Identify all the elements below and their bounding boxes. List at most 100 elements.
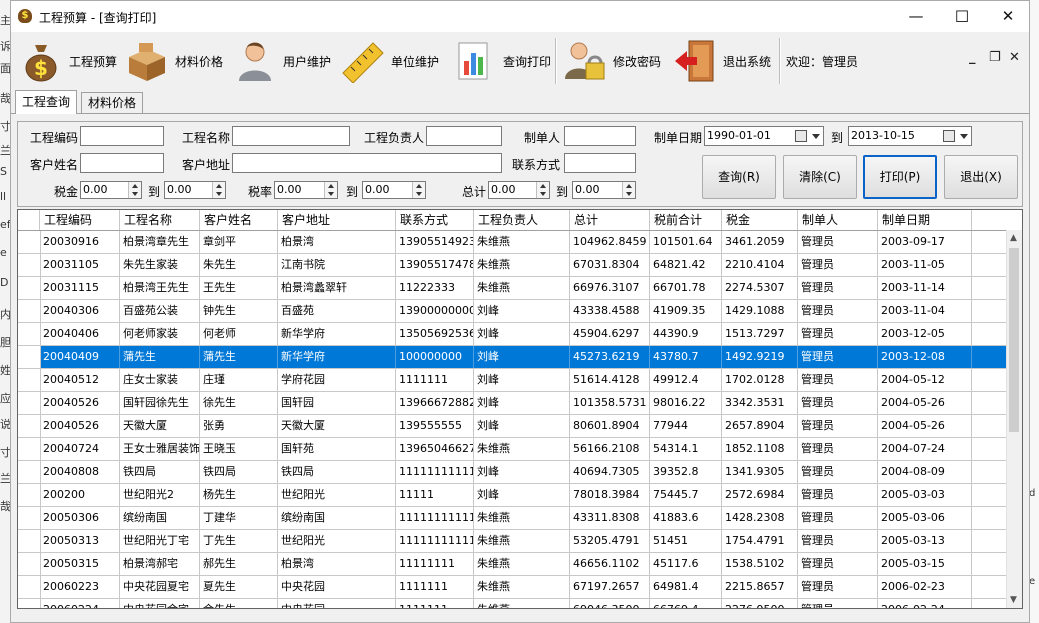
row-header[interactable] bbox=[18, 277, 41, 299]
table-cell[interactable]: 朱维燕 bbox=[474, 507, 570, 529]
toolbar-exit-system-button[interactable]: 退出系统 bbox=[673, 32, 771, 90]
table-cell[interactable]: 77944 bbox=[650, 415, 722, 437]
table-cell[interactable]: 2003-12-05 bbox=[878, 323, 972, 345]
maker-input[interactable] bbox=[564, 126, 636, 146]
table-cell[interactable]: 2003-11-04 bbox=[878, 300, 972, 322]
table-cell[interactable]: 朱维燕 bbox=[474, 576, 570, 598]
spin-arrows-icon[interactable] bbox=[212, 182, 225, 198]
table-cell[interactable]: 世纪阳光2 bbox=[120, 484, 200, 506]
column-header[interactable]: 制单日期 bbox=[878, 210, 972, 230]
table-cell[interactable]: 13905514923 bbox=[396, 231, 474, 253]
exit-button[interactable]: 退出(X) bbox=[944, 155, 1018, 199]
table-cell[interactable]: 中央花园 bbox=[278, 599, 396, 608]
table-cell[interactable]: 39352.8 bbox=[650, 461, 722, 483]
clear-button[interactable]: 清除(C) bbox=[783, 155, 857, 199]
close-button[interactable]: ✕ bbox=[985, 1, 1029, 32]
table-cell[interactable]: 2005-03-03 bbox=[878, 484, 972, 506]
table-cell[interactable]: 刘峰 bbox=[474, 346, 570, 368]
table-cell[interactable]: 51614.4128 bbox=[570, 369, 650, 391]
column-header[interactable]: 税金 bbox=[722, 210, 798, 230]
table-cell[interactable]: 2215.8657 bbox=[722, 576, 798, 598]
table-cell[interactable]: 2210.4104 bbox=[722, 254, 798, 276]
table-cell[interactable]: 管理员 bbox=[798, 553, 878, 575]
table-cell[interactable]: 11222333 bbox=[396, 277, 474, 299]
table-row[interactable]: 20040512 庄女士家装 庄瑾 学府花园 1111111 刘峰 51614.4128 49… bbox=[18, 369, 1008, 392]
code-input[interactable] bbox=[80, 126, 164, 146]
toolbar-user-maintenance-button[interactable]: 用户维护 bbox=[233, 32, 331, 90]
column-header[interactable]: 总计 bbox=[570, 210, 650, 230]
table-cell[interactable]: 刘峰 bbox=[474, 323, 570, 345]
table-cell[interactable]: 13505692536 bbox=[396, 323, 474, 345]
table-cell[interactable]: 11111111111 bbox=[396, 530, 474, 552]
table-cell[interactable]: 朱维燕 bbox=[474, 277, 570, 299]
table-cell[interactable]: 管理员 bbox=[798, 438, 878, 460]
table-cell[interactable]: 20030916 bbox=[40, 231, 120, 253]
table-row[interactable]: 20040724 王女士雅居装饰 王晓玉 国轩苑 13965046627 朱维燕 56166… bbox=[18, 438, 1008, 461]
manager-input[interactable] bbox=[426, 126, 502, 146]
table-cell[interactable]: 朱维燕 bbox=[474, 231, 570, 253]
table-cell[interactable]: 1111111 bbox=[396, 369, 474, 391]
table-cell[interactable]: 中央花园夏宅 bbox=[120, 576, 200, 598]
table-cell[interactable]: 66769.4 bbox=[650, 599, 722, 608]
table-row[interactable]: 20031105 朱先生家装 朱先生 江南书院 13905517478 朱维燕 67031.… bbox=[18, 254, 1008, 277]
row-header[interactable] bbox=[18, 507, 41, 529]
date-from-picker[interactable]: 1990-01-01 bbox=[704, 126, 824, 146]
spin-arrows-icon[interactable] bbox=[324, 182, 337, 198]
table-cell[interactable]: 2004-05-12 bbox=[878, 369, 972, 391]
table-cell[interactable]: 柏景湾 bbox=[278, 553, 396, 575]
table-cell[interactable]: 41883.6 bbox=[650, 507, 722, 529]
table-cell[interactable]: 刘峰 bbox=[474, 461, 570, 483]
table-cell[interactable]: 朱维燕 bbox=[474, 438, 570, 460]
table-cell[interactable]: 缤纷南国 bbox=[120, 507, 200, 529]
table-cell[interactable]: 管理员 bbox=[798, 530, 878, 552]
table-cell[interactable]: 何老师 bbox=[200, 323, 278, 345]
table-cell[interactable]: 丁先生 bbox=[200, 530, 278, 552]
row-header[interactable] bbox=[18, 300, 41, 322]
table-cell[interactable]: 王女士雅居装饰 bbox=[120, 438, 200, 460]
table-cell[interactable]: 2006-02-24 bbox=[878, 599, 972, 608]
address-input[interactable] bbox=[232, 153, 502, 173]
table-cell[interactable]: 20050306 bbox=[40, 507, 120, 529]
table-cell[interactable]: 夏先生 bbox=[200, 576, 278, 598]
row-header[interactable] bbox=[18, 254, 41, 276]
table-cell[interactable]: 徐先生 bbox=[200, 392, 278, 414]
table-cell[interactable]: 管理员 bbox=[798, 323, 878, 345]
table-cell[interactable]: 78018.3984 bbox=[570, 484, 650, 506]
table-row[interactable]: 20040526 天徽大厦 张勇 天徽大厦 139555555 刘峰 80601.8904 7… bbox=[18, 415, 1008, 438]
table-cell[interactable]: 2003-11-05 bbox=[878, 254, 972, 276]
spin-arrows-icon[interactable] bbox=[622, 182, 635, 198]
tax-to-stepper[interactable]: 0.00 bbox=[164, 181, 226, 199]
table-cell[interactable]: 刘峰 bbox=[474, 369, 570, 391]
table-cell[interactable]: 54314.1 bbox=[650, 438, 722, 460]
table-cell[interactable]: 1754.4791 bbox=[722, 530, 798, 552]
tab-project-query[interactable]: 工程查询 bbox=[15, 90, 78, 114]
table-cell[interactable]: 49912.4 bbox=[650, 369, 722, 391]
rate-from-stepper[interactable]: 0.00 bbox=[274, 181, 338, 199]
table-cell[interactable]: 朱维燕 bbox=[474, 599, 570, 608]
query-button[interactable]: 查询(R) bbox=[702, 155, 776, 199]
table-cell[interactable]: 45117.6 bbox=[650, 553, 722, 575]
table-cell[interactable]: 1428.2308 bbox=[722, 507, 798, 529]
table-cell[interactable]: 章剑平 bbox=[200, 231, 278, 253]
table-cell[interactable]: 20060223 bbox=[40, 576, 120, 598]
table-cell[interactable]: 20040512 bbox=[40, 369, 120, 391]
table-cell[interactable]: 1538.5102 bbox=[722, 553, 798, 575]
table-cell[interactable]: 2005-03-06 bbox=[878, 507, 972, 529]
table-cell[interactable]: 13966672882 bbox=[396, 392, 474, 414]
tab-material-price[interactable]: 材料价格 bbox=[81, 92, 144, 113]
column-header[interactable]: 制单人 bbox=[798, 210, 878, 230]
table-cell[interactable]: 蒲先生 bbox=[120, 346, 200, 368]
row-header[interactable] bbox=[18, 323, 41, 345]
table-cell[interactable]: 20040406 bbox=[40, 323, 120, 345]
table-cell[interactable]: 20050315 bbox=[40, 553, 120, 575]
table-cell[interactable]: 管理员 bbox=[798, 507, 878, 529]
spin-arrows-icon[interactable] bbox=[128, 182, 141, 198]
table-row[interactable]: 200200 世纪阳光2 杨先生 世纪阳光 11111 刘峰 78018.3984 75445… bbox=[18, 484, 1008, 507]
table-cell[interactable]: 43311.8308 bbox=[570, 507, 650, 529]
table-cell[interactable]: 管理员 bbox=[798, 599, 878, 608]
table-cell[interactable]: 11111 bbox=[396, 484, 474, 506]
table-cell[interactable]: 1702.0128 bbox=[722, 369, 798, 391]
table-cell[interactable]: 管理员 bbox=[798, 461, 878, 483]
table-cell[interactable]: 庄女士家装 bbox=[120, 369, 200, 391]
table-cell[interactable]: 1492.9219 bbox=[722, 346, 798, 368]
